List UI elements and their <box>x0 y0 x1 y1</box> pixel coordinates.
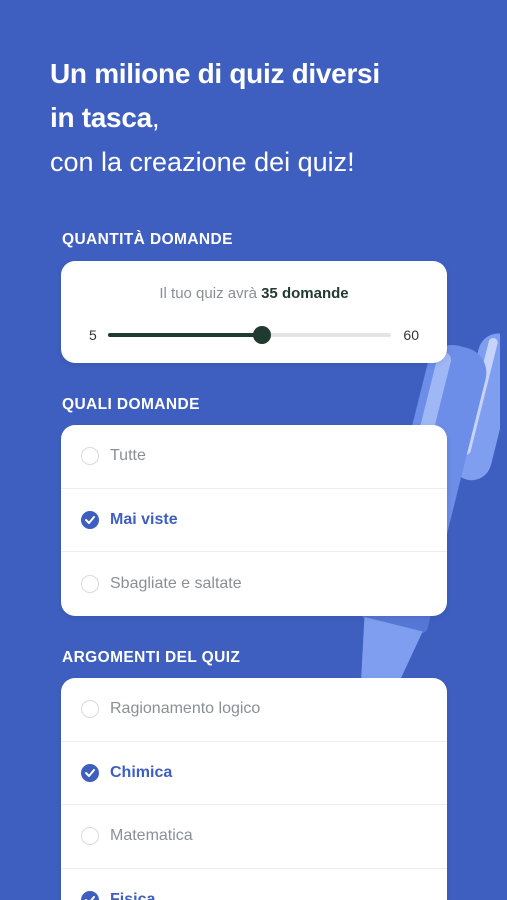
quantity-caption-prefix: Il tuo quiz avrà <box>159 285 257 302</box>
slider-fill <box>108 333 263 337</box>
radio-circle-icon[interactable] <box>81 700 99 719</box>
headline-comma: , <box>151 102 160 133</box>
topics-option[interactable]: Chimica <box>61 742 447 805</box>
which-option[interactable]: Tutte <box>61 425 447 489</box>
quantity-slider[interactable] <box>108 326 391 344</box>
headline-light-line: con la creazione dei quiz! <box>50 147 355 177</box>
check-circle-icon[interactable] <box>81 891 99 900</box>
which-questions-card: Tutte Mai viste Sbagliate e saltate <box>61 425 447 616</box>
topics-section-title: ARGOMENTI DEL QUIZ <box>62 649 241 666</box>
headline: Un milione di quiz diversi in tasca, con… <box>50 52 470 184</box>
option-label: Tutte <box>110 447 146 465</box>
topics-option[interactable]: Fisica <box>61 869 447 900</box>
which-option[interactable]: Mai viste <box>61 489 447 552</box>
slider-max-label: 60 <box>403 327 419 343</box>
headline-bold-line-1: Un milione di quiz diversi <box>50 58 380 89</box>
topics-card: Ragionamento logico Chimica Matematica Fisi… <box>61 678 447 900</box>
quantity-card: Il tuo quiz avrà 35 domande 5 60 <box>61 261 447 363</box>
which-section-title: QUALI DOMANDE <box>62 396 200 413</box>
topics-option[interactable]: Ragionamento logico <box>61 678 447 742</box>
topics-option[interactable]: Matematica <box>61 805 447 869</box>
option-label: Sbagliate e saltate <box>110 574 242 592</box>
check-circle-icon[interactable] <box>81 763 99 782</box>
option-label: Ragionamento logico <box>110 700 261 718</box>
radio-circle-icon[interactable] <box>81 827 99 846</box>
radio-circle-icon[interactable] <box>81 447 99 466</box>
slider-thumb[interactable] <box>253 326 272 344</box>
slider-min-label: 5 <box>89 327 97 343</box>
option-label: Mai viste <box>110 510 178 528</box>
quantity-caption: Il tuo quiz avrà 35 domande <box>61 285 447 302</box>
option-label: Fisica <box>110 891 156 900</box>
option-label: Matematica <box>110 827 193 845</box>
headline-bold-line-2: in tasca, <box>50 96 470 140</box>
check-circle-icon[interactable] <box>81 510 99 529</box>
quantity-caption-value: 35 domande <box>261 285 349 302</box>
which-option[interactable]: Sbagliate e saltate <box>61 552 447 616</box>
quantity-section-title: QUANTITÀ DOMANDE <box>62 231 233 248</box>
option-label: Chimica <box>110 763 173 781</box>
radio-circle-icon[interactable] <box>81 574 99 593</box>
headline-bold-line-2-text: in tasca <box>50 102 152 133</box>
